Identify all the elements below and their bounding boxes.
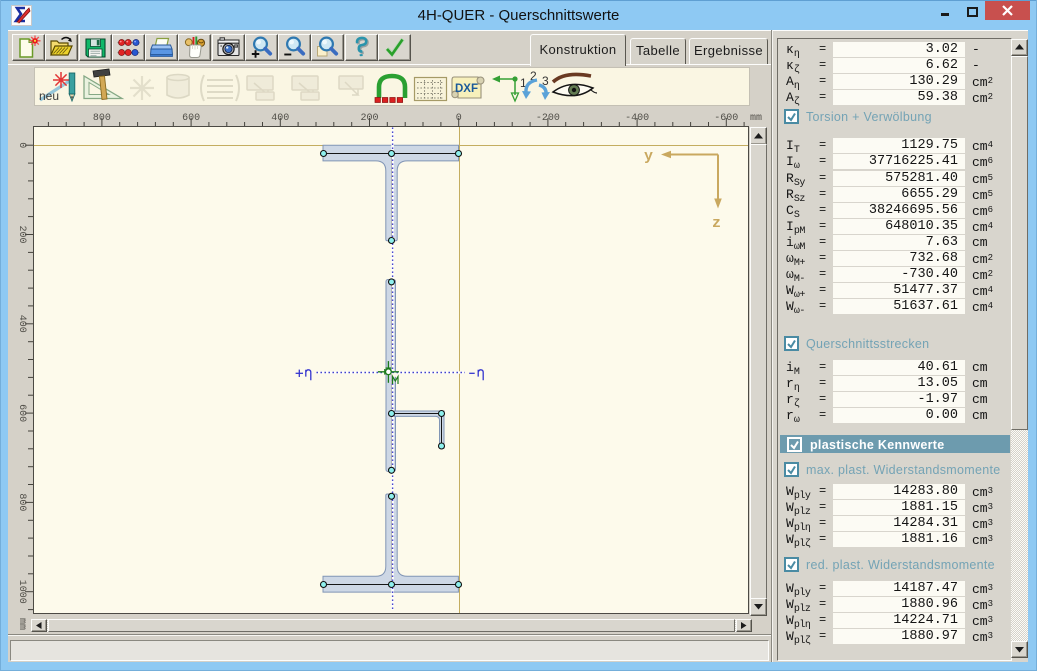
svg-text:mm: mm	[750, 113, 762, 124]
svg-text:200: 200	[360, 113, 378, 124]
svg-text:200: 200	[16, 225, 27, 243]
svg-text:400: 400	[271, 113, 289, 124]
svg-text:-400: -400	[625, 113, 649, 124]
svg-text:1000: 1000	[16, 580, 27, 604]
svg-text:0: 0	[456, 113, 462, 124]
svg-text:600: 600	[182, 113, 200, 124]
svg-text:800: 800	[16, 493, 27, 511]
svg-text:600: 600	[16, 404, 27, 422]
svg-text:800: 800	[93, 113, 111, 124]
svg-text:-200: -200	[536, 113, 560, 124]
svg-text:mm: mm	[16, 618, 27, 630]
svg-text:DXF: DXF	[455, 83, 478, 95]
svg-text:0: 0	[16, 142, 27, 148]
svg-text:-600: -600	[714, 113, 738, 124]
svg-text:y: y	[644, 148, 653, 165]
svg-text:z: z	[712, 215, 721, 232]
svg-text:400: 400	[16, 315, 27, 333]
svg-text:neu: neu	[39, 89, 59, 103]
